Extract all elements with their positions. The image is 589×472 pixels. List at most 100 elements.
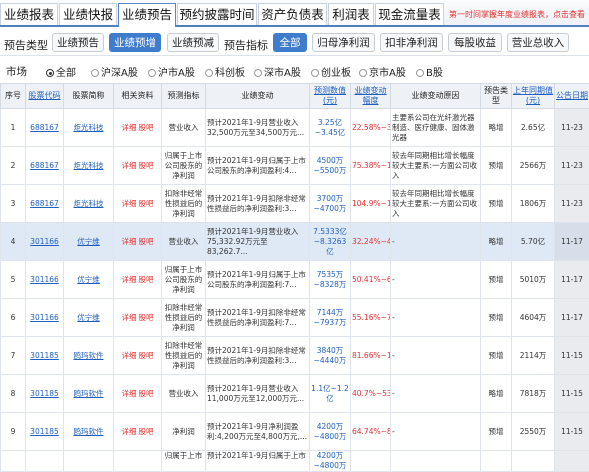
market-radio-sz-a[interactable]: 深市A股	[254, 64, 301, 79]
annual-report-promo-link[interactable]: 第一时间掌握年度业绩报表，点击查看	[449, 9, 585, 20]
tab-balance-sheet[interactable]: 资产负债表	[258, 3, 327, 25]
table-row: 3688167炬光科技详细股吧扣除非经常性损益后的净利润预计2021年1-9月扣…	[1, 185, 589, 223]
row-change: 预计2021年1-9月营业收入75,332.92万元至83,262.7...	[206, 223, 310, 261]
stock-bar-link[interactable]: 股吧	[139, 123, 154, 132]
tab-performance-report[interactable]: 业绩报表	[0, 3, 58, 25]
stock-bar-link[interactable]: 股吧	[139, 237, 154, 246]
stock-name-link[interactable]: 炬光科技	[74, 161, 104, 170]
stock-code-link[interactable]: 301185	[30, 427, 59, 436]
stock-bar-link[interactable]: 股吧	[139, 389, 154, 398]
market-radio-b[interactable]: B股	[416, 64, 443, 79]
row-seq: 8	[1, 375, 26, 413]
stock-bar-link[interactable]: 股吧	[139, 275, 154, 284]
row-change: 预计2021年1-9月归属于上市公司股东的净利润盈利:7...	[206, 261, 310, 299]
row-value: 7144万~7937万	[310, 299, 351, 337]
row-last-value: 5.70亿	[512, 223, 555, 261]
indicator-pill-eps[interactable]: 每股收益	[448, 33, 502, 52]
row-type: 略增	[481, 223, 512, 261]
indicator-pill-all[interactable]: 全部	[273, 33, 307, 52]
stock-code-link[interactable]: 301166	[30, 313, 59, 322]
stock-name-link[interactable]: 鸥玛软件	[74, 389, 104, 398]
tab-disclosure-schedule[interactable]: 预约披露时间	[177, 3, 257, 25]
market-radio-sh-sz-a[interactable]: 沪深A股	[91, 64, 138, 79]
indicator-pill-deducted-net-profit[interactable]: 扣非净利润	[380, 33, 443, 52]
row-reason: -	[391, 337, 481, 375]
detail-link[interactable]: 详细	[122, 123, 137, 132]
stock-code-link[interactable]: 301166	[30, 275, 59, 284]
row-range: 50.41%~66.25%	[351, 261, 391, 299]
row-indicator: 营业收入	[162, 223, 206, 261]
report-tab-bar: 业绩报表 业绩快报 业绩预告 预约披露时间 资产负债表 利润表 现金流量表 第一…	[0, 0, 589, 27]
stock-name-link[interactable]: 优宁维	[77, 237, 100, 246]
row-indicator: 归属于上市公司股东的净利润	[162, 147, 206, 185]
stock-code-link[interactable]: 688167	[30, 199, 59, 208]
detail-link[interactable]: 详细	[122, 275, 137, 284]
stock-bar-link[interactable]: 股吧	[139, 313, 154, 322]
table-row: 归属于上市预计2021年1-9月归属于上市4200万~4800万	[1, 451, 589, 472]
row-last-value: 4604万	[512, 299, 555, 337]
detail-link[interactable]: 详细	[122, 313, 137, 322]
detail-link[interactable]: 详细	[122, 161, 137, 170]
market-chinext-label: 创业板	[321, 68, 351, 79]
row-change: 预计2021年1-9月归属于上市公司股东的净利润盈利:4...	[206, 147, 310, 185]
stock-name-link[interactable]: 炬光科技	[74, 199, 104, 208]
col-date[interactable]: 公告日期	[555, 84, 589, 109]
tab-performance-forecast[interactable]: 业绩预告	[118, 3, 176, 27]
market-radio-star[interactable]: 科创板	[205, 64, 245, 79]
row-indicator: 净利润	[162, 413, 206, 451]
tab-income-statement[interactable]: 利润表	[328, 3, 374, 25]
row-date: 11-15	[555, 413, 589, 451]
col-range[interactable]: 业绩变动幅度	[351, 84, 391, 109]
stock-name-link[interactable]: 鸥玛软件	[74, 351, 104, 360]
detail-link[interactable]: 详细	[122, 351, 137, 360]
type-pill-forecast[interactable]: 业绩预告	[52, 33, 104, 52]
indicator-pill-parent-net-profit[interactable]: 归母净利润	[312, 33, 375, 52]
market-all-label: 全部	[56, 68, 76, 79]
row-change: 预计2021年1-9月归属于上市	[206, 451, 310, 472]
stock-bar-link[interactable]: 股吧	[139, 199, 154, 208]
market-radio-all[interactable]: 全部	[46, 64, 76, 79]
detail-link[interactable]: 详细	[122, 237, 137, 246]
detail-link[interactable]: 详细	[122, 427, 137, 436]
row-type	[481, 451, 512, 472]
stock-code-link[interactable]: 688167	[30, 123, 59, 132]
col-value[interactable]: 预测数值(元)	[310, 84, 351, 109]
col-last-value[interactable]: 上年同期值(元)	[512, 84, 555, 109]
detail-link[interactable]: 详细	[122, 389, 137, 398]
stock-code-link[interactable]: 301166	[30, 237, 59, 246]
row-range: 104.9%~160.27%	[351, 185, 391, 223]
stock-code-link[interactable]: 301185	[30, 389, 59, 398]
stock-bar-link[interactable]: 股吧	[139, 351, 154, 360]
stock-bar-link[interactable]: 股吧	[139, 427, 154, 436]
indicator-pill-total-revenue[interactable]: 营业总收入	[507, 33, 569, 52]
stock-name-link[interactable]: 炬光科技	[74, 123, 104, 132]
stock-name-link[interactable]: 鸥玛软件	[74, 427, 104, 436]
row-seq: 4	[1, 223, 26, 261]
row-reason: -	[391, 375, 481, 413]
type-pill-decrease[interactable]: 业绩预减	[167, 33, 219, 52]
stock-code-link[interactable]: 688167	[30, 161, 59, 170]
detail-link[interactable]: 详细	[122, 199, 137, 208]
row-seq: 7	[1, 337, 26, 375]
table-row: 2688167炬光科技详细股吧归属于上市公司股东的净利润预计2021年1-9月归…	[1, 147, 589, 185]
row-range: 64.74%~88.27%	[351, 413, 391, 451]
stock-name-link[interactable]: 优宁维	[77, 313, 100, 322]
market-radio-bj-a[interactable]: 京市A股	[359, 64, 406, 79]
stock-bar-link[interactable]: 股吧	[139, 161, 154, 170]
radio-selected-icon	[46, 69, 54, 77]
tab-cash-flow[interactable]: 现金流量表	[375, 3, 444, 25]
row-date: 11-15	[555, 337, 589, 375]
tab-performance-express[interactable]: 业绩快报	[59, 3, 117, 25]
col-code[interactable]: 股票代码	[26, 84, 64, 109]
market-radio-chinext[interactable]: 创业板	[311, 64, 351, 79]
type-pill-increase[interactable]: 业绩预增	[109, 33, 161, 52]
related-links: 详细股吧	[114, 147, 162, 185]
row-change: 预计2021年1-9月扣除非经常性损益后的净利润盈利:3...	[206, 185, 310, 223]
market-radio-sh-a[interactable]: 沪市A股	[148, 64, 195, 79]
row-type: 预增	[481, 337, 512, 375]
col-name: 股票简称	[64, 84, 114, 109]
stock-code-link[interactable]: 301185	[30, 351, 59, 360]
stock-name-link[interactable]: 优宁维	[77, 275, 100, 284]
table-row: 4 301166 优宁维 详细股吧营业收入预计2021年1-9月营业收入75,332.…	[1, 223, 589, 261]
row-last-value: 5010万	[512, 261, 555, 299]
